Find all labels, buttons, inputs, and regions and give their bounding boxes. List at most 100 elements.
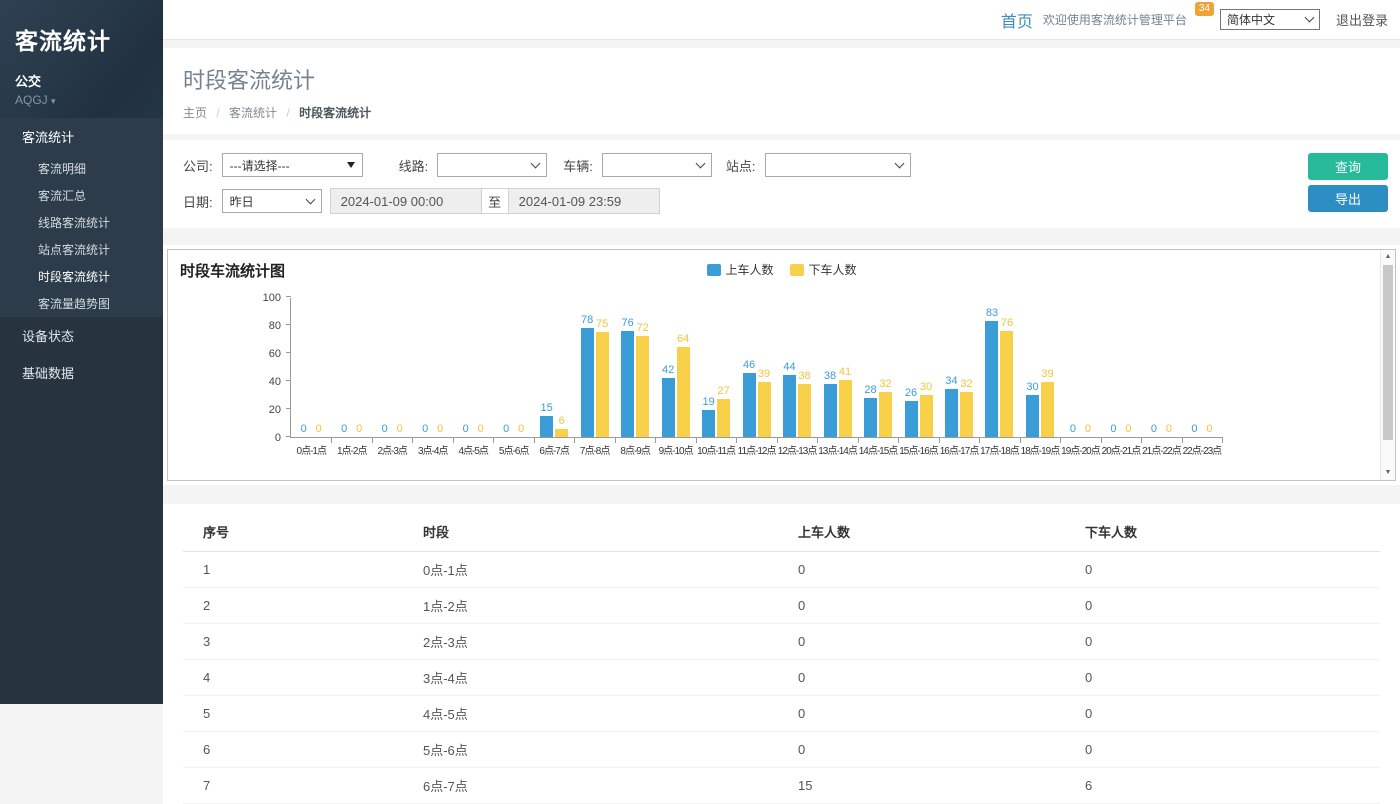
breadcrumb: 主页 / 客流统计 / 时段客流统计 [183, 104, 1380, 121]
vehicle-label: 车辆: [563, 156, 593, 175]
top-navbar: 首页 欢迎使用客流统计管理平台 34 简体中文 退出登录 [163, 0, 1400, 40]
bar: 83 [985, 321, 998, 437]
bar-group: 443812点-13点 [777, 298, 817, 437]
sidebar-item-period-stats[interactable]: 时段客流统计 [0, 263, 163, 290]
col-alighting: 下车人数 [1085, 508, 1380, 552]
chevron-down-icon [695, 158, 705, 168]
x-axis-label: 0点-1点 [297, 442, 326, 457]
x-axis-label: 14点-15点 [859, 442, 898, 457]
table-row: 43点-4点00 [183, 660, 1380, 696]
table-cell: 0 [798, 660, 1085, 696]
query-button[interactable]: 查询 [1308, 153, 1388, 180]
breadcrumb-home[interactable]: 主页 [183, 106, 207, 120]
language-select[interactable]: 简体中文 [1220, 9, 1320, 30]
date-to-input[interactable]: 2024-01-09 23:59 [509, 189, 659, 213]
bar-group: 192710点-11点 [696, 298, 736, 437]
x-axis-label: 21点-22点 [1142, 442, 1181, 457]
bar: 32 [960, 392, 973, 437]
bar: 34 [945, 389, 958, 437]
chart-panel: 时段车流统计图 上车人数下车人数 020406080100 000点-1点001… [163, 245, 1400, 485]
x-axis-label: 6点-7点 [539, 442, 568, 457]
x-axis-label: 22点-23点 [1183, 442, 1222, 457]
x-axis-label: 11点-12点 [738, 442, 776, 457]
bar-value-label: 28 [864, 384, 876, 396]
x-axis-label: 15点-16点 [899, 442, 938, 457]
chart-box: 时段车流统计图 上车人数下车人数 020406080100 000点-1点001… [167, 249, 1396, 481]
chart-title: 时段车流统计图 [180, 260, 285, 281]
bar-value-label: 83 [986, 307, 998, 319]
sidebar-item-passenger-stats[interactable]: 客流统计 [0, 118, 163, 155]
x-axis-label: 17点-18点 [980, 442, 1019, 457]
bar-value-label: 0 [1151, 423, 1157, 435]
scrollbar-thumb[interactable] [1383, 265, 1393, 440]
bar-group: 463911点-12点 [736, 298, 776, 437]
vehicle-select[interactable] [602, 153, 712, 177]
table-cell: 0 [1085, 696, 1380, 732]
date-from-input[interactable]: 2024-01-09 00:00 [331, 189, 481, 213]
page-header: 时段客流统计 主页 / 客流统计 / 时段客流统计 [163, 48, 1400, 134]
x-axis-label: 4点-5点 [458, 442, 487, 457]
bar-value-label: 0 [397, 423, 403, 435]
sidebar-item-device-status[interactable]: 设备状态 [0, 317, 163, 354]
org-selector[interactable]: AQGJ ▾ [15, 93, 163, 107]
table-body: 10点-1点0021点-2点0032点-3点0043点-4点0054点-5点00… [183, 552, 1380, 804]
bar: 39 [1041, 382, 1054, 437]
bar-group: 303918点-19点 [1020, 298, 1060, 437]
table-cell: 3 [183, 624, 423, 660]
sidebar-item-base-data[interactable]: 基础数据 [0, 354, 163, 391]
notification-badge[interactable]: 34 [1195, 2, 1214, 16]
bar-value-label: 0 [341, 423, 347, 435]
main-content: 首页 欢迎使用客流统计管理平台 34 简体中文 退出登录 时段客流统计 主页 /… [163, 0, 1400, 704]
bar-group: 0021点-22点 [1141, 298, 1181, 437]
scrollbar-up-icon[interactable]: ▲ [1381, 250, 1395, 264]
bar-group: 002点-3点 [372, 298, 412, 437]
x-axis-label: 7点-8点 [580, 442, 609, 457]
logout-link[interactable]: 退出登录 [1336, 10, 1388, 29]
station-select[interactable] [765, 153, 911, 177]
table-cell: 3点-4点 [423, 660, 798, 696]
scrollbar-down-icon[interactable]: ▼ [1381, 466, 1395, 480]
passenger-stats-submenu: 客流明细 客流汇总 线路客流统计 站点客流统计 时段客流统计 客流量趋势图 [0, 155, 163, 317]
table-cell: 7 [183, 768, 423, 804]
bar: 26 [905, 401, 918, 437]
legend-item[interactable]: 上车人数 [706, 261, 773, 278]
sidebar-item-trend-chart[interactable]: 客流量趋势图 [0, 290, 163, 317]
table-cell: 0 [1085, 552, 1380, 588]
bar-group: 1566点-7点 [534, 298, 574, 437]
bar-value-label: 64 [677, 333, 689, 345]
date-range-separator: 至 [481, 189, 509, 213]
table-row: 10点-1点00 [183, 552, 1380, 588]
bar-value-label: 0 [1166, 423, 1172, 435]
bar: 42 [662, 378, 675, 437]
export-button[interactable]: 导出 [1308, 185, 1388, 212]
breadcrumb-passenger-stats[interactable]: 客流统计 [229, 106, 277, 120]
sidebar-item-station-stats[interactable]: 站点客流统计 [0, 236, 163, 263]
bar-group: 263015点-16点 [898, 298, 938, 437]
bar-value-label: 32 [879, 378, 891, 390]
sidebar: 客流统计 公交 AQGJ ▾ 客流统计 客流明细 客流汇总 线路客流统计 站点客… [0, 0, 163, 704]
welcome-text: 欢迎使用客流统计管理平台 [1043, 11, 1187, 28]
bar-value-label: 6 [559, 415, 565, 427]
bar-value-label: 76 [621, 317, 633, 329]
bar-value-label: 0 [1206, 423, 1212, 435]
legend-item[interactable]: 下车人数 [790, 261, 857, 278]
chart-scrollbar[interactable]: ▲ ▼ [1380, 250, 1395, 480]
sidebar-item-line-stats[interactable]: 线路客流统计 [0, 209, 163, 236]
bar: 78 [581, 328, 594, 437]
bar: 76 [621, 331, 634, 437]
bar-value-label: 0 [478, 423, 484, 435]
bar-value-label: 19 [702, 396, 714, 408]
sidebar-item-passenger-summary[interactable]: 客流汇总 [0, 182, 163, 209]
data-table-panel: 序号 时段 上车人数 下车人数 10点-1点0021点-2点0032点-3点00… [163, 504, 1400, 804]
line-select[interactable] [437, 153, 547, 177]
bar-value-label: 39 [1041, 368, 1053, 380]
date-range: 2024-01-09 00:00 至 2024-01-09 23:59 [330, 188, 660, 214]
date-preset-select[interactable]: 昨日 [222, 189, 322, 213]
sidebar-item-passenger-detail[interactable]: 客流明细 [0, 155, 163, 182]
bar-value-label: 27 [717, 385, 729, 397]
x-axis-label: 20点-21点 [1102, 442, 1141, 457]
bar-value-label: 39 [758, 368, 770, 380]
table-cell: 6 [183, 732, 423, 768]
home-link[interactable]: 首页 [1001, 8, 1033, 32]
company-select[interactable]: ---请选择--- [222, 153, 363, 177]
